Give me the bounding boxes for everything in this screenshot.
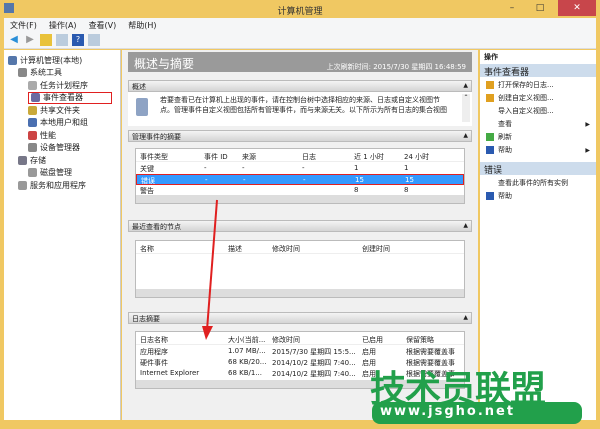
tree-item[interactable]: 任务计划程序 <box>28 79 88 91</box>
tree-node-icon <box>28 168 37 177</box>
tree-item-label: 系统工具 <box>30 68 62 77</box>
action-item[interactable]: 导入自定义视图... <box>486 106 590 116</box>
tree-node-icon <box>18 180 27 190</box>
watermark-url: www.jsgho.net <box>372 402 582 424</box>
tree-item[interactable]: 存储 <box>18 154 46 166</box>
tree-item[interactable]: 性能 <box>28 129 56 141</box>
action-label: 帮助 <box>498 192 512 200</box>
action-item[interactable]: 创建自定义视图... <box>486 93 590 103</box>
menu-bar: 文件(F) 操作(A) 查看(V) 帮助(H) <box>4 18 596 32</box>
tree-item[interactable]: 设备管理器 <box>28 142 80 154</box>
tree-node-icon <box>28 80 37 90</box>
close-button[interactable]: ✕ <box>558 0 596 16</box>
help-icon[interactable]: ? <box>72 34 84 46</box>
tree-item[interactable]: 系统工具 <box>18 67 62 79</box>
action-item[interactable]: 帮助 <box>486 191 590 201</box>
action-group-header[interactable]: 错误 <box>480 162 596 176</box>
action-item[interactable]: 帮助 ▶ <box>486 145 590 155</box>
tree-item[interactable]: 本地用户和组 <box>28 117 88 129</box>
folder-icon <box>486 81 494 89</box>
action-item[interactable]: 查看此事件的所有实例 <box>486 178 590 188</box>
tree-item-label: 服务和应用程序 <box>30 180 86 190</box>
actions-title: 操作 <box>484 53 498 61</box>
action-label: 打开保存的日志... <box>498 81 554 89</box>
submenu-arrow-icon: ▶ <box>585 120 590 128</box>
action-label: 创建自定义视图... <box>498 94 554 102</box>
tree-node-icon <box>28 118 37 127</box>
action-pane-icon[interactable] <box>88 34 100 46</box>
tree-node-icon <box>28 143 37 152</box>
blank-icon <box>486 120 494 128</box>
tree-item-label: 共享文件夹 <box>40 105 80 115</box>
menu-help[interactable]: 帮助(H) <box>122 18 162 32</box>
tree-item[interactable]: 服务和应用程序 <box>18 179 86 191</box>
tree-item[interactable]: 事件查看器 <box>28 91 112 104</box>
back-icon[interactable]: ◀ <box>8 34 20 46</box>
filter-icon <box>486 94 494 102</box>
action-item[interactable]: 查看 ▶ <box>486 119 590 129</box>
action-item[interactable]: 刷新 <box>486 132 590 142</box>
tree-item-label: 设备管理器 <box>40 143 80 152</box>
action-label: 导入自定义视图... <box>498 107 554 115</box>
toolbar: ◀ ▶ ? <box>4 32 596 49</box>
menu-file[interactable]: 文件(F) <box>4 18 43 32</box>
action-label: 帮助 <box>498 146 512 154</box>
action-label: 查看此事件的所有实例 <box>498 179 568 187</box>
tree-item-label: 存储 <box>30 155 46 165</box>
console-tree: 计算机管理(本地) 系统工具任务计划程序 事件查看器共享文件夹本地用户和组 性能设备管… <box>4 50 121 420</box>
refresh-icon <box>486 133 494 141</box>
tree-node-icon <box>8 55 17 65</box>
tree-item[interactable]: 磁盘管理 <box>28 167 72 179</box>
action-label: 刷新 <box>498 133 512 141</box>
tree-node-icon <box>31 93 40 102</box>
tree-item-label: 计算机管理(本地) <box>20 55 83 65</box>
action-group-header[interactable]: 事件查看器 <box>480 64 596 78</box>
maximize-button[interactable]: □ <box>528 0 552 16</box>
blank-icon <box>486 179 494 187</box>
menu-view[interactable]: 查看(V) <box>83 18 123 32</box>
minimize-button[interactable]: – <box>500 0 524 16</box>
tree-item-label: 本地用户和组 <box>40 118 88 127</box>
menu-action[interactable]: 操作(A) <box>43 18 83 32</box>
submenu-arrow-icon: ▶ <box>585 146 590 154</box>
help-icon <box>486 146 494 154</box>
tree-item[interactable]: 计算机管理(本地) <box>8 54 82 66</box>
tree-node-icon <box>28 105 37 115</box>
tree-node-icon <box>28 130 37 140</box>
help-icon <box>486 192 494 200</box>
tree-item-label: 事件查看器 <box>43 93 83 102</box>
up-folder-icon[interactable] <box>40 34 52 46</box>
tree-item-label: 性能 <box>40 130 56 140</box>
tree-node-icon <box>18 155 27 165</box>
action-label: 查看 <box>498 120 512 128</box>
tree-item[interactable]: 共享文件夹 <box>28 104 80 116</box>
tree-item-label: 任务计划程序 <box>40 80 88 90</box>
title-bar: 计算机管理 – □ ✕ <box>0 0 600 18</box>
show-hide-tree-icon[interactable] <box>56 34 68 46</box>
tree-node-icon <box>18 68 27 77</box>
blank-icon <box>486 107 494 115</box>
action-item[interactable]: 打开保存的日志... <box>486 80 590 90</box>
forward-icon[interactable]: ▶ <box>24 34 36 46</box>
tree-item-label: 磁盘管理 <box>40 168 72 177</box>
